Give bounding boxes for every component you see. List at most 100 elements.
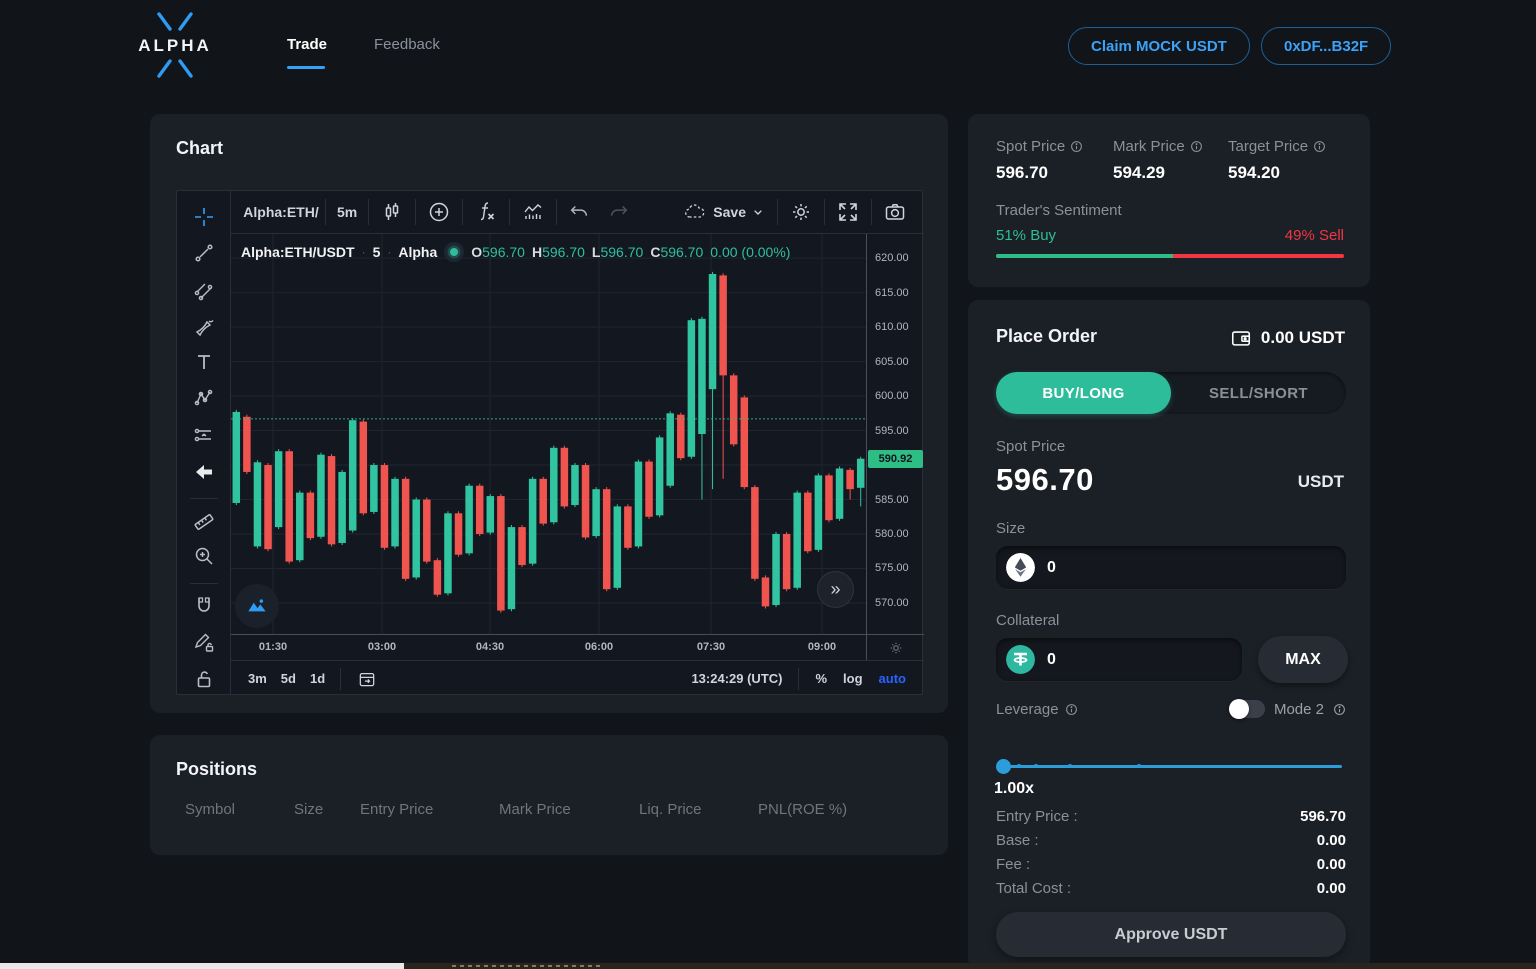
indicators-button[interactable] [465, 197, 507, 227]
chart-settings-button[interactable] [780, 197, 822, 227]
time-axis-tick: 01:30 [259, 641, 287, 653]
price-axis-tick: 605.00 [875, 356, 909, 368]
price-axis-tick: 585.00 [875, 494, 909, 506]
spot-price-stat: Spot Price 596.70 [996, 138, 1083, 183]
scroll-to-realtime-button[interactable]: » [817, 571, 854, 608]
positions-col-pnl: PNL(ROE %) [758, 801, 847, 818]
zoom-in-icon [192, 544, 216, 568]
buy-long-button[interactable]: BUY/LONG [996, 372, 1171, 414]
percent-scale-button[interactable]: % [807, 671, 835, 686]
measure-tool-button[interactable] [189, 506, 219, 536]
price-axis[interactable]: 620.00615.00610.00605.00600.00595.00590.… [866, 234, 924, 634]
axis-settings-corner[interactable] [866, 635, 924, 661]
forecast-tool-button[interactable] [189, 420, 219, 450]
symbol-search-button[interactable]: Alpha:ETH/ [239, 197, 323, 227]
target-price-value: 594.20 [1228, 163, 1326, 183]
fullscreen-button[interactable] [827, 197, 869, 227]
mode-toggle[interactable] [1229, 700, 1265, 718]
brush-tool-button[interactable] [189, 312, 219, 342]
sentiment-bar [996, 254, 1344, 258]
arrow-left-icon [192, 460, 216, 484]
legend-interval: 5 [373, 244, 381, 260]
info-icon[interactable] [1070, 140, 1083, 153]
leverage-label: Leverage [996, 701, 1059, 718]
pencil-lock-icon [192, 630, 216, 654]
collateral-input[interactable] [1047, 651, 1232, 669]
magnet-icon [192, 594, 216, 618]
info-icon[interactable] [1313, 140, 1326, 153]
redo-button[interactable] [599, 197, 639, 227]
lock-all-tool-button[interactable] [189, 664, 219, 694]
chart-card-title: Chart [176, 138, 223, 159]
trend-line-icon [192, 241, 216, 265]
log-scale-button[interactable]: log [835, 671, 871, 686]
order-spot-price-label: Spot Price [996, 438, 1065, 455]
sell-short-button[interactable]: SELL/SHORT [1171, 372, 1346, 414]
fx-icon [474, 200, 498, 224]
background-window-strip-light [0, 963, 404, 969]
price-axis-tick: 615.00 [875, 287, 909, 299]
range-button-1d[interactable]: 1d [303, 671, 332, 686]
positions-col-symbol: Symbol [185, 801, 235, 818]
magnet-tool-button[interactable] [189, 591, 219, 621]
clock-utc-button[interactable]: 13:24:29 (UTC) [683, 671, 790, 686]
size-input[interactable] [1047, 559, 1336, 577]
positions-col-mark: Mark Price [499, 801, 571, 818]
zoom-in-tool-button[interactable] [189, 541, 219, 571]
data-status-icon [444, 242, 464, 262]
toolbar-separator [824, 199, 825, 225]
pattern-tool-button[interactable] [189, 383, 219, 413]
leverage-slider[interactable] [1000, 759, 1342, 773]
legend-open: O596.70 [471, 244, 525, 260]
drawing-mode-tool-button[interactable] [189, 627, 219, 657]
screenshot-button[interactable] [874, 197, 916, 227]
text-tool-button[interactable] [189, 347, 219, 377]
tab-trade[interactable]: Trade [287, 36, 327, 53]
mark-price-label: Mark Price [1113, 138, 1185, 155]
crosshair-tool-button[interactable] [189, 202, 219, 232]
save-layout-button[interactable]: Save [674, 197, 775, 227]
chart-style-button[interactable] [371, 197, 413, 227]
info-icon[interactable] [1065, 703, 1078, 716]
summary-label: Base : [996, 832, 1039, 856]
wallet-address-button[interactable]: 0xDF...B32F [1261, 27, 1391, 65]
order-currency: USDT [1298, 472, 1344, 492]
interval-button[interactable]: 5m [328, 197, 366, 227]
bottom-bar-divider [798, 668, 799, 690]
sentiment-buy-fill [996, 254, 1173, 258]
toolbar-separator [509, 199, 510, 225]
chart-pane[interactable]: Alpha:ETH/USDT · 5 · Alpha O596.70 H596.… [231, 234, 866, 634]
undo-button[interactable] [559, 197, 599, 227]
claim-usdt-button[interactable]: Claim MOCK USDT [1068, 27, 1250, 65]
chart-bottom-toolbar: 3m 5d 1d 13:24:29 (UTC) % log auto [231, 660, 924, 696]
legend-separator: · [387, 245, 391, 259]
chart-legend[interactable]: Alpha:ETH/USDT · 5 · Alpha O596.70 H596.… [241, 242, 790, 262]
sentiment-buy-text: 51% Buy [996, 227, 1056, 244]
usdt-icon [1006, 645, 1035, 674]
legend-close: C596.70 [650, 244, 703, 260]
trend-line-tool-button[interactable] [189, 238, 219, 268]
indicator-templates-button[interactable] [512, 197, 554, 227]
compare-button[interactable] [418, 197, 460, 227]
auto-scale-button[interactable]: auto [871, 671, 914, 686]
approve-usdt-button[interactable]: Approve USDT [996, 912, 1346, 957]
info-icon[interactable] [1190, 140, 1203, 153]
range-button-5d[interactable]: 5d [274, 671, 303, 686]
max-button[interactable]: MAX [1258, 636, 1348, 683]
sentiment-label: Trader's Sentiment [996, 202, 1122, 219]
tab-feedback[interactable]: Feedback [374, 36, 440, 53]
time-axis-tick: 04:30 [476, 641, 504, 653]
leverage-row: Leverage Mode 2 [996, 700, 1346, 718]
go-to-date-button[interactable] [349, 669, 385, 689]
gann-fibonacci-tool-button[interactable] [189, 276, 219, 306]
background-window-strip [0, 963, 1536, 969]
collateral-label: Collateral [996, 612, 1059, 629]
range-button-3m[interactable]: 3m [241, 671, 274, 686]
arrow-tool-button[interactable] [189, 457, 219, 487]
slider-knob[interactable] [996, 759, 1011, 774]
info-icon[interactable] [1333, 703, 1346, 716]
positions-title: Positions [176, 759, 257, 780]
time-axis-tick: 03:00 [368, 641, 396, 653]
time-axis[interactable]: 01:3003:0004:3006:0007:3009:00 [231, 634, 924, 660]
wallet-balance-value: 0.00 USDT [1261, 328, 1345, 348]
